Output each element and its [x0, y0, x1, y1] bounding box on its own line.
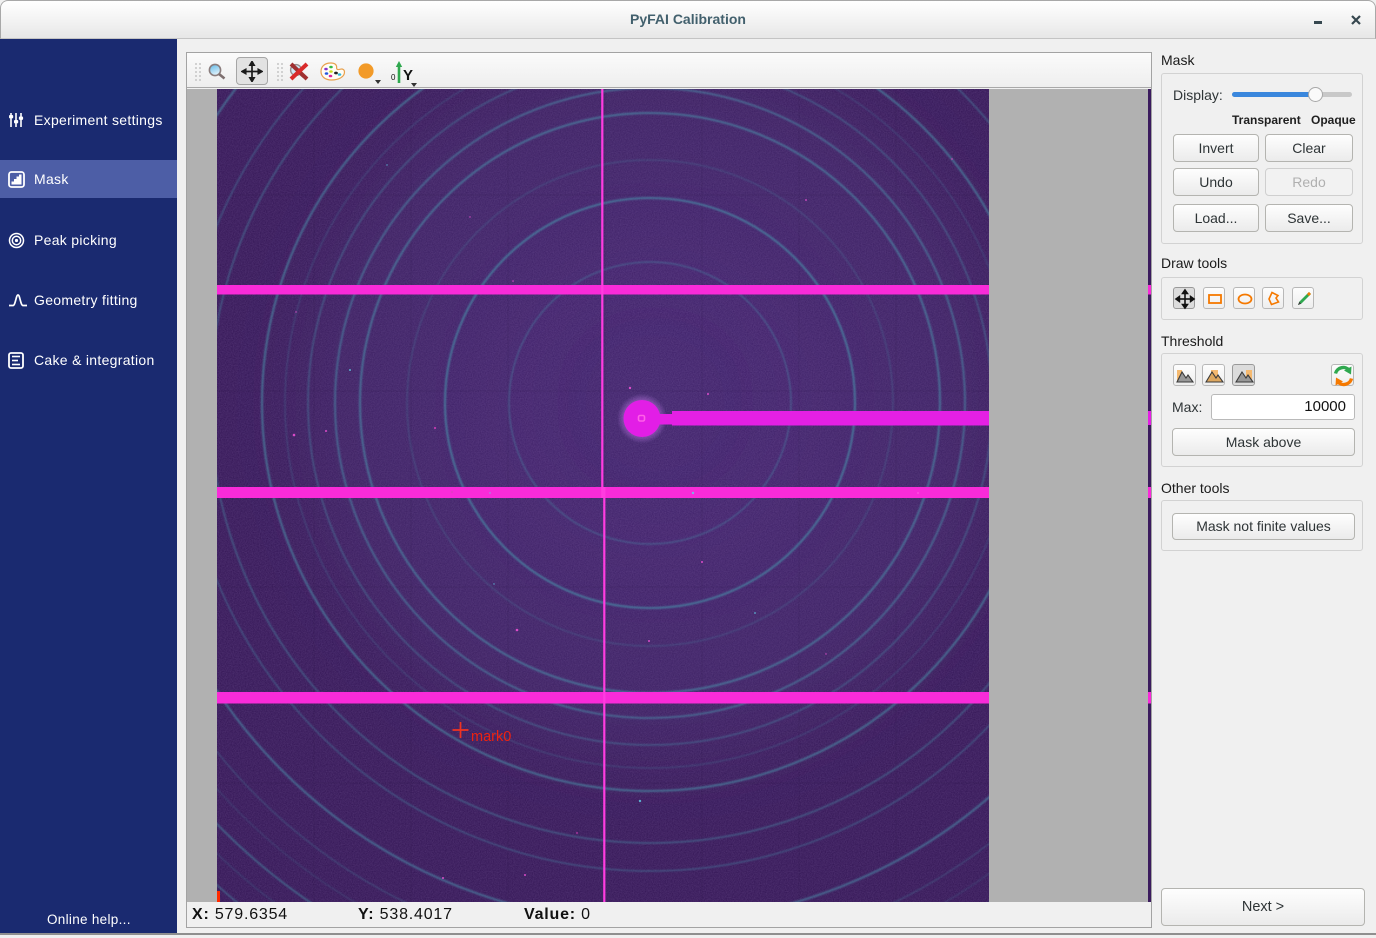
svg-text:mark0: mark0	[471, 729, 511, 745]
svg-text:Y: Y	[403, 67, 413, 84]
svg-text:0: 0	[391, 73, 396, 82]
